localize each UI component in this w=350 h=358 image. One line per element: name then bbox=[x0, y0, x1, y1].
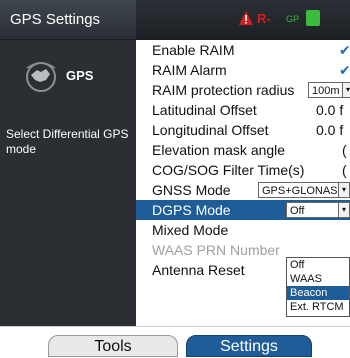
setting-lat-offset[interactable]: Latitudinal Offset 0.0 f bbox=[136, 100, 350, 120]
setting-elevation-mask[interactable]: Elevation mask angle ( bbox=[136, 140, 350, 160]
sidebar: GPS Settings GPS Select Differential GPS… bbox=[0, 0, 136, 326]
setting-label: GNSS Mode bbox=[152, 182, 231, 198]
setting-label: DGPS Mode bbox=[152, 202, 231, 218]
setting-cog-sog-filter[interactable]: COG/SOG Filter Time(s) ( bbox=[136, 160, 350, 180]
settings-list: Enable RAIM ✔ RAIM Alarm ✔ RAIM protecti… bbox=[136, 40, 350, 294]
dgps-mode-value: Off bbox=[290, 205, 305, 217]
setting-raim-alarm[interactable]: RAIM Alarm ✔ bbox=[136, 60, 350, 80]
setting-raim-radius[interactable]: RAIM protection radius 100m ▾ bbox=[136, 80, 350, 100]
bottom-tab-bar: Tools Settings bbox=[0, 326, 350, 357]
setting-label: Enable RAIM bbox=[152, 42, 235, 58]
setting-label: Mixed Mode bbox=[152, 222, 229, 238]
raim-radius-select[interactable]: 100m ▾ bbox=[308, 82, 350, 98]
sidebar-description: Select Differential GPS mode bbox=[6, 127, 129, 156]
gps-icon bbox=[26, 62, 56, 92]
page-title: GPS Settings bbox=[0, 0, 136, 40]
setting-dgps-mode[interactable]: DGPS Mode Off ▾ bbox=[136, 200, 350, 220]
cog-filter-value: ( bbox=[342, 162, 347, 178]
elevation-value: ( bbox=[342, 142, 347, 158]
gnss-mode-value: GPS+GLONASS bbox=[262, 185, 345, 197]
lon-offset-value: 0.0 f bbox=[316, 122, 344, 138]
setting-label: WAAS PRN Number bbox=[152, 242, 280, 258]
dropdown-option-off[interactable]: Off bbox=[287, 258, 349, 272]
status-satellite-icon bbox=[306, 10, 320, 26]
gps-label: GPS bbox=[66, 68, 94, 83]
gnss-mode-select[interactable]: GPS+GLONASS ▾ bbox=[258, 182, 350, 198]
alarm-warning-icon[interactable] bbox=[238, 10, 254, 26]
dgps-mode-select[interactable]: Off ▾ bbox=[286, 202, 350, 218]
setting-label: Longitudinal Offset bbox=[152, 122, 269, 138]
raim-radius-value: 100m bbox=[312, 85, 340, 97]
setting-label: RAIM Alarm bbox=[152, 62, 227, 78]
setting-lon-offset[interactable]: Longitudinal Offset 0.0 f bbox=[136, 120, 350, 140]
lat-offset-value: 0.0 f bbox=[316, 102, 344, 118]
dropdown-option-beacon[interactable]: Beacon bbox=[287, 286, 349, 300]
setting-label: Antenna Reset bbox=[152, 262, 245, 278]
setting-label: Elevation mask angle bbox=[152, 142, 286, 158]
checkbox-raim-alarm[interactable]: ✔ bbox=[339, 60, 350, 80]
setting-gnss-mode[interactable]: GNSS Mode GPS+GLONASS ▾ bbox=[136, 180, 350, 200]
dropdown-option-ext-rtcm[interactable]: Ext. RTCM bbox=[287, 300, 349, 314]
checkbox-enable-raim[interactable]: ✔ bbox=[339, 40, 350, 60]
setting-label: RAIM protection radius bbox=[152, 82, 295, 98]
setting-label: Latitudinal Offset bbox=[152, 102, 257, 118]
dgps-mode-dropdown[interactable]: Off WAAS Beacon Ext. RTCM bbox=[286, 257, 350, 317]
status-gp-indicator: GP bbox=[286, 14, 300, 24]
status-bar: R- GP bbox=[136, 0, 350, 40]
dropdown-option-waas[interactable]: WAAS bbox=[287, 272, 349, 286]
status-r-indicator: R- bbox=[257, 11, 271, 26]
chevron-down-icon: ▾ bbox=[338, 183, 349, 197]
chevron-down-icon: ▾ bbox=[338, 203, 349, 217]
setting-label: COG/SOG Filter Time(s) bbox=[152, 162, 305, 178]
setting-mixed-mode[interactable]: Mixed Mode bbox=[136, 220, 350, 240]
setting-enable-raim[interactable]: Enable RAIM ✔ bbox=[136, 40, 350, 60]
chevron-down-icon: ▾ bbox=[342, 83, 350, 97]
